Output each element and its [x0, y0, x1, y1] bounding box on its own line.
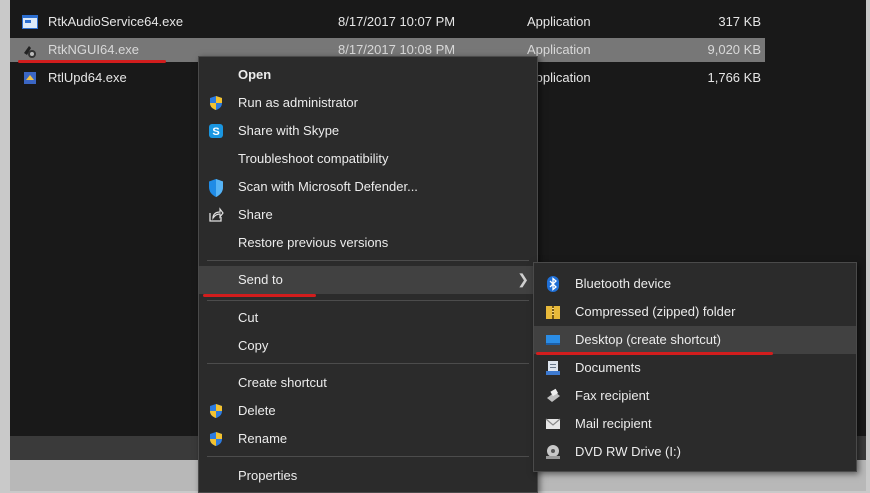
- submenu-item-label: Fax recipient: [575, 388, 650, 403]
- menu-item-label: Delete: [238, 403, 276, 418]
- menu-item-create-shortcut[interactable]: Create shortcut: [199, 369, 537, 397]
- menu-item-open[interactable]: Open: [199, 61, 537, 89]
- menu-item-copy[interactable]: Copy: [199, 332, 537, 360]
- documents-icon: [545, 360, 561, 376]
- app-window-icon: [22, 15, 38, 29]
- file-name: RtlUpd64.exe: [48, 70, 127, 85]
- file-size: 317 KB: [718, 14, 761, 29]
- file-name: RtkAudioService64.exe: [48, 14, 184, 29]
- send-to-fax[interactable]: Fax recipient: [534, 382, 856, 410]
- menu-item-label: Run as administrator: [238, 95, 358, 110]
- svg-text:S: S: [212, 126, 219, 138]
- chevron-right-icon: ❯: [517, 271, 529, 287]
- menu-item-run-as-admin[interactable]: Run as administrator: [199, 89, 537, 117]
- updater-app-icon: [22, 71, 38, 85]
- file-name: RtkNGUI64.exe: [48, 42, 140, 57]
- file-date: 8/17/2017 10:07 PM: [338, 14, 456, 29]
- menu-item-label: Copy: [238, 338, 269, 353]
- submenu-item-label: Mail recipient: [575, 416, 652, 431]
- dvd-drive-icon: [545, 444, 561, 460]
- menu-item-properties[interactable]: Properties: [199, 462, 537, 490]
- menu-item-label: Share with Skype: [238, 123, 340, 138]
- submenu-item-label: Desktop (create shortcut): [575, 332, 721, 347]
- menu-item-label: Troubleshoot compatibility: [238, 151, 389, 166]
- menu-separator: [207, 456, 529, 457]
- context-menu: Open Run as administrator S Share with S…: [198, 56, 538, 493]
- submenu-item-label: Documents: [575, 360, 641, 375]
- send-to-bluetooth[interactable]: Bluetooth device: [534, 270, 856, 298]
- send-to-desktop-shortcut[interactable]: Desktop (create shortcut): [534, 326, 856, 354]
- send-to-compressed-folder[interactable]: Compressed (zipped) folder: [534, 298, 856, 326]
- menu-item-send-to[interactable]: Send to ❯: [199, 266, 537, 294]
- send-to-dvd-drive[interactable]: DVD RW Drive (I:): [534, 438, 856, 466]
- share-icon: [208, 207, 224, 223]
- menu-item-label: Open: [238, 67, 272, 82]
- send-to-documents[interactable]: Documents: [534, 354, 856, 382]
- zip-folder-icon: [545, 304, 561, 320]
- fax-icon: [545, 388, 561, 404]
- menu-separator: [207, 363, 529, 364]
- menu-item-share[interactable]: Share: [199, 201, 537, 229]
- mail-icon: [545, 416, 561, 432]
- selection-underline: [18, 60, 166, 63]
- menu-item-delete[interactable]: Delete: [199, 397, 537, 425]
- submenu-item-label: Bluetooth device: [575, 276, 672, 291]
- file-size: 9,020 KB: [707, 42, 762, 57]
- file-type: Application: [527, 14, 591, 29]
- menu-item-label: Cut: [238, 310, 259, 325]
- send-to-submenu: Bluetooth device Compressed (zipped) fol…: [533, 262, 857, 472]
- menu-item-restore-versions[interactable]: Restore previous versions: [199, 229, 537, 257]
- desktop-icon: [545, 332, 561, 348]
- submenu-item-label: Compressed (zipped) folder: [575, 304, 736, 319]
- menu-item-label: Scan with Microsoft Defender...: [238, 179, 418, 194]
- menu-item-label: Share: [238, 207, 273, 222]
- file-row[interactable]: RtkAudioService64.exe 8/17/2017 10:07 PM…: [10, 10, 765, 34]
- menu-item-scan-defender[interactable]: Scan with Microsoft Defender...: [199, 173, 537, 201]
- menu-item-label: Create shortcut: [238, 375, 327, 390]
- menu-item-cut[interactable]: Cut: [199, 304, 537, 332]
- send-to-mail[interactable]: Mail recipient: [534, 410, 856, 438]
- skype-icon: S: [208, 123, 224, 139]
- send-to-underline: [203, 294, 316, 297]
- submenu-item-label: DVD RW Drive (I:): [575, 444, 681, 459]
- bluetooth-icon: [545, 276, 561, 292]
- menu-item-label: Restore previous versions: [238, 235, 389, 250]
- uac-shield-icon: [208, 431, 224, 447]
- defender-shield-icon: [208, 179, 224, 197]
- menu-item-label: Properties: [238, 468, 298, 483]
- file-size: 1,766 KB: [707, 70, 762, 85]
- file-date: 8/17/2017 10:08 PM: [338, 42, 456, 57]
- menu-item-troubleshoot[interactable]: Troubleshoot compatibility: [199, 145, 537, 173]
- menu-item-label: Send to: [238, 272, 283, 287]
- uac-shield-icon: [208, 95, 224, 111]
- menu-item-label: Rename: [238, 431, 288, 446]
- speaker-app-icon: [22, 43, 38, 58]
- menu-separator: [207, 300, 529, 301]
- file-type: Application: [527, 42, 591, 57]
- uac-shield-icon: [208, 403, 224, 419]
- menu-item-share-skype[interactable]: S Share with Skype: [199, 117, 537, 145]
- menu-item-rename[interactable]: Rename: [199, 425, 537, 453]
- menu-separator: [207, 260, 529, 261]
